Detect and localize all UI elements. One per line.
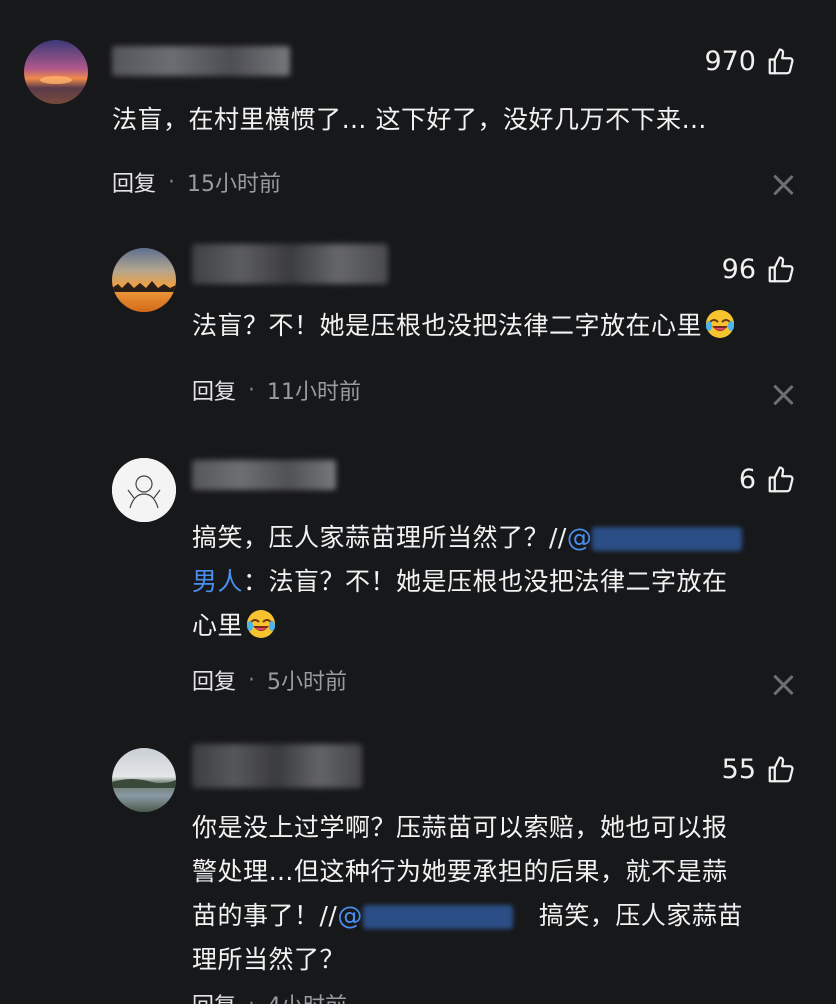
comment-text: 法盲，在村里横惯了… 这下好了，没好几万不下来… [112, 105, 707, 134]
like-button[interactable]: 55 [722, 754, 796, 785]
mention-link-tail[interactable]: 男人 [192, 567, 243, 596]
username-blurred[interactable] [112, 46, 290, 76]
timestamp: 11小时前 [267, 380, 362, 405]
like-count: 6 [738, 464, 756, 495]
laughing-crying-emoji-icon [706, 310, 735, 338]
like-count: 55 [721, 754, 756, 785]
reply-button[interactable]: 回复 [192, 374, 236, 406]
thumbs-up-icon [768, 47, 794, 74]
mention-name-blurred [592, 527, 743, 551]
close-icon[interactable] [772, 384, 794, 406]
comment-text: 你是没上过学啊？压蒜苗可以索赔，她也可以报 警处理…但这种行为她要承担的后果，就… [192, 813, 743, 974]
comment-meta: 回复 · 11小时前 [192, 374, 361, 406]
reply-button[interactable]: 回复 [192, 664, 236, 696]
thumbs-up-icon [768, 465, 794, 492]
close-icon[interactable] [772, 674, 794, 696]
username-blurred[interactable] [192, 744, 362, 788]
close-icon[interactable] [772, 174, 794, 196]
avatar[interactable] [112, 458, 176, 522]
comment-meta: 回复 · 5小时前 [192, 664, 347, 696]
like-button[interactable]: 6 [739, 464, 796, 495]
comment-text: 法盲？不！她是压根也没把法律二字放在心里 [192, 304, 736, 348]
username-blurred[interactable] [192, 244, 388, 284]
laughing-crying-emoji-icon [247, 610, 276, 638]
thumbs-up-icon [768, 755, 794, 782]
comment-meta: 回复 · 15小时前 [112, 166, 281, 198]
like-count: 96 [721, 254, 756, 285]
like-button[interactable]: 96 [722, 254, 796, 285]
like-count: 970 [704, 46, 756, 77]
thumbs-up-icon [768, 255, 794, 282]
avatar[interactable] [112, 748, 176, 812]
reply-button[interactable]: 回复 [112, 166, 156, 198]
avatar[interactable] [24, 40, 88, 104]
timestamp: 15小时前 [187, 172, 282, 197]
mention-link[interactable]: @ [567, 523, 743, 552]
mention-link[interactable]: @ [337, 901, 513, 930]
comment-meta: 回复 · 4小时前 [192, 988, 347, 1004]
like-button[interactable]: 970 [704, 46, 796, 77]
timestamp: 4小时前 [267, 988, 347, 1004]
comment-text: 搞笑，压人家蒜苗理所当然了？//@ 男人：法盲？不！她是压根也没把法律二字放在 … [192, 516, 802, 648]
avatar[interactable] [112, 248, 176, 312]
reply-button[interactable]: 回复 [192, 988, 236, 1004]
timestamp: 5小时前 [267, 670, 348, 695]
username-blurred[interactable] [192, 460, 336, 490]
mention-name-blurred [362, 905, 513, 929]
